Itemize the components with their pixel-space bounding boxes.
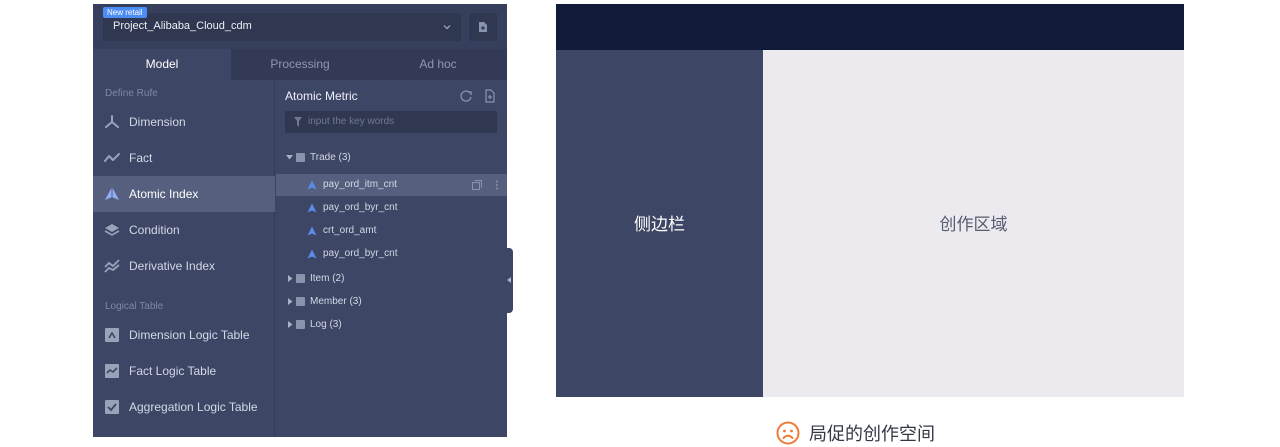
- dimension-table-icon: [105, 328, 119, 342]
- atomic-metric-icon: [307, 249, 317, 259]
- layout-diagram: 侧边栏 创作区域: [556, 4, 1184, 397]
- file-add-icon: [479, 22, 487, 32]
- tree-group-item[interactable]: Item (2): [276, 268, 507, 290]
- diagram-sidebar-label: 侧边栏: [634, 215, 685, 235]
- sidebar-item-label: Derivative Index: [129, 259, 216, 273]
- modeling-panel: Project_Alibaba_Cloud_cdm New retail Mod…: [93, 4, 507, 437]
- search-placeholder: input the key words: [308, 116, 395, 127]
- tree-leaf-label: pay_ord_byr_cnt: [323, 248, 398, 259]
- sidebar-item-derivative-index[interactable]: Derivative Index: [93, 248, 275, 284]
- caret-right-icon: [288, 275, 293, 282]
- fact-icon: [104, 153, 120, 162]
- filter-icon: [294, 117, 302, 127]
- tree-group-label: Trade (3): [310, 152, 351, 163]
- panel-collapse-handle[interactable]: [505, 248, 513, 313]
- search-input[interactable]: input the key words: [285, 111, 497, 133]
- caret-right-icon: [288, 298, 293, 305]
- section-label-define-rule: Define Rufe: [105, 88, 158, 99]
- sidebar-item-fact-logic-table[interactable]: Fact Logic Table: [93, 353, 275, 389]
- more-vertical-icon[interactable]: [495, 180, 499, 190]
- atomic-metric-icon: [307, 203, 317, 213]
- project-name: Project_Alibaba_Cloud_cdm: [113, 20, 252, 32]
- sidebar-item-label: Atomic Index: [129, 187, 199, 201]
- diagram-sidebar-block: 侧边栏: [556, 50, 763, 397]
- sidebar-item-label: Fact: [129, 151, 153, 165]
- tab-model[interactable]: Model: [93, 49, 231, 80]
- project-select[interactable]: Project_Alibaba_Cloud_cdm: [103, 13, 461, 41]
- dimension-icon: [105, 115, 119, 128]
- sidebar-item-dimension-logic-table[interactable]: Dimension Logic Table: [93, 317, 275, 353]
- project-bar: Project_Alibaba_Cloud_cdm New retail: [93, 4, 507, 49]
- tree-title: Atomic Metric: [285, 89, 358, 103]
- sidebar-item-label: Dimension Logic Table: [129, 328, 250, 342]
- tree-group-label: Member (3): [310, 296, 362, 307]
- tree-group-label: Log (3): [310, 319, 342, 330]
- tree-group-label: Item (2): [310, 273, 345, 284]
- tree-leaf[interactable]: crt_ord_amt: [276, 220, 507, 242]
- tab-processing[interactable]: Processing: [231, 49, 369, 80]
- fact-table-icon: [105, 364, 119, 378]
- add-file-icon[interactable]: [483, 89, 497, 103]
- sidebar-item-label: Fact Logic Table: [129, 364, 217, 378]
- copy-icon[interactable]: [472, 180, 482, 190]
- project-action-button[interactable]: [469, 13, 497, 41]
- tab-ad-hoc[interactable]: Ad hoc: [369, 49, 507, 80]
- sidebar-item-label: Dimension: [129, 115, 186, 129]
- folder-icon: [296, 153, 305, 162]
- frown-face-icon: [776, 421, 800, 445]
- tree-group-member[interactable]: Member (3): [276, 291, 507, 313]
- tree-leaf[interactable]: pay_ord_byr_cnt: [276, 243, 507, 265]
- sidebar-item-condition[interactable]: Condition: [93, 212, 275, 248]
- diagram-header-block: [556, 4, 1184, 50]
- atomic-index-icon: [105, 187, 119, 200]
- diagram-workspace-block: 创作区域: [763, 50, 1184, 397]
- sidebar-item-label: Condition: [129, 223, 180, 237]
- refresh-icon[interactable]: [459, 89, 473, 103]
- tree-leaf-label: crt_ord_amt: [323, 225, 377, 236]
- sidebar-item-atomic-index[interactable]: Atomic Index: [93, 176, 275, 212]
- condition-icon: [104, 224, 120, 236]
- tree-group-log[interactable]: Log (3): [276, 314, 507, 336]
- sidebar-item-dimension[interactable]: Dimension: [93, 104, 275, 140]
- sidebar-item-fact[interactable]: Fact: [93, 140, 275, 176]
- tree-leaf[interactable]: pay_ord_itm_cnt: [276, 174, 507, 196]
- atomic-metric-tree: Atomic Metric input the key words Trade …: [276, 80, 507, 437]
- atomic-metric-icon: [307, 226, 317, 236]
- tree-leaf-label: pay_ord_byr_cnt: [323, 202, 398, 213]
- diagram-workspace-label: 创作区域: [939, 215, 1008, 235]
- stage: Project_Alibaba_Cloud_cdm New retail Mod…: [0, 0, 1280, 447]
- chevron-down-icon: [443, 25, 451, 30]
- tree-group-trade[interactable]: Trade (3): [276, 147, 507, 169]
- atomic-metric-icon: [307, 180, 317, 190]
- caret-down-icon: [286, 155, 293, 160]
- tree-leaf-label: pay_ord_itm_cnt: [323, 179, 397, 190]
- project-badge: New retail: [103, 7, 147, 18]
- chevron-left-icon: [507, 277, 511, 283]
- sidebar-item-aggregation-logic-table[interactable]: Aggregation Logic Table: [93, 389, 275, 425]
- sidebar-item-label: Aggregation Logic Table: [129, 400, 258, 414]
- folder-icon: [296, 320, 305, 329]
- main-tabs: Model Processing Ad hoc: [93, 49, 507, 80]
- caption-text: 局促的创作空间: [809, 424, 935, 445]
- caret-right-icon: [288, 321, 293, 328]
- sidebar-nav: Define Rufe Dimension Fact Atomic Index …: [93, 80, 275, 437]
- derivative-index-icon: [104, 259, 120, 273]
- folder-icon: [296, 274, 305, 283]
- section-label-logical-table: Logical Table: [105, 301, 164, 312]
- tree-leaf[interactable]: pay_ord_byr_cnt: [276, 197, 507, 219]
- folder-icon: [296, 297, 305, 306]
- aggregation-table-icon: [105, 400, 119, 414]
